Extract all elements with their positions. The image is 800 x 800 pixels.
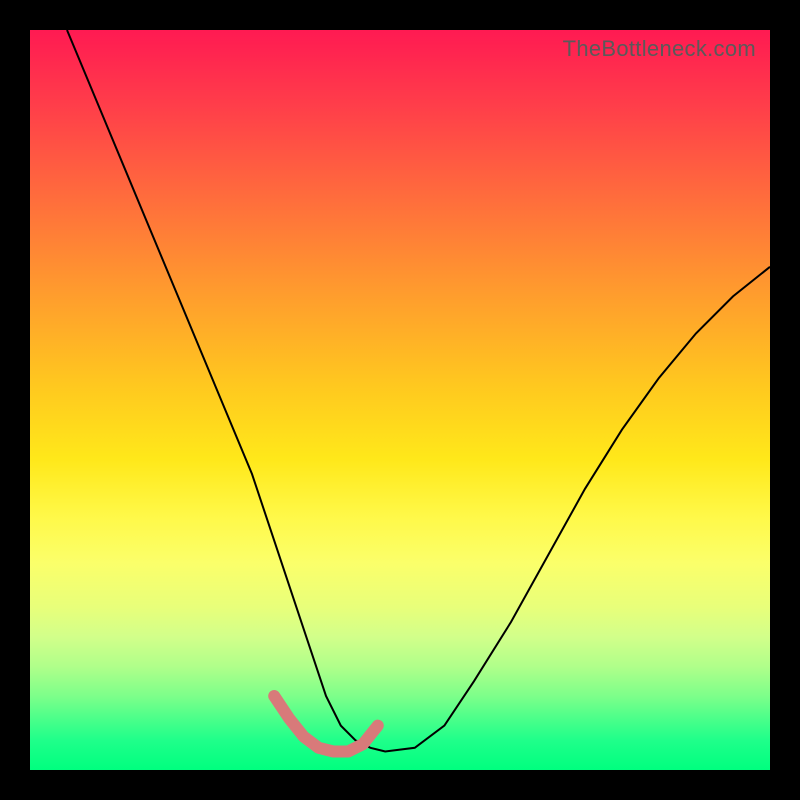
pink-band	[274, 696, 378, 752]
chart-frame: TheBottleneck.com	[0, 0, 800, 800]
black-curve	[67, 30, 770, 752]
chart-plot-area: TheBottleneck.com	[30, 30, 770, 770]
chart-svg	[30, 30, 770, 770]
